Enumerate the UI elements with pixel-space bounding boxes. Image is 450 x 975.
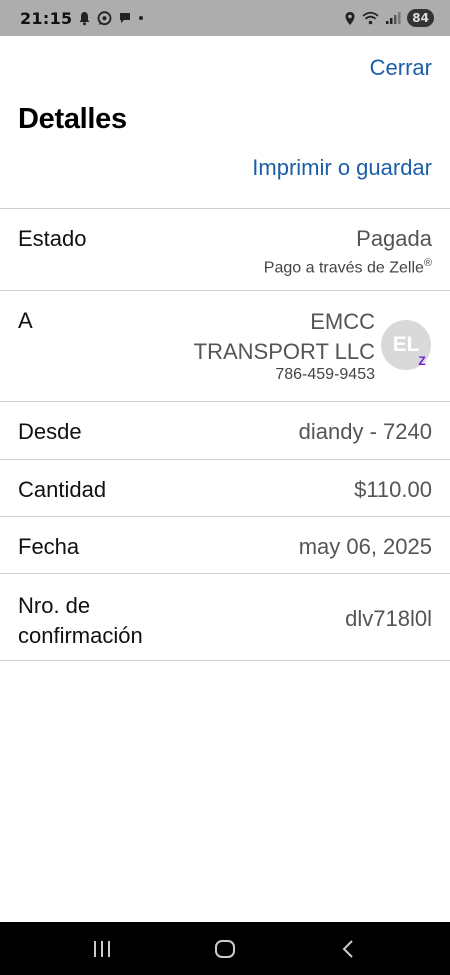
location-icon	[344, 11, 356, 26]
cantidad-value: $110.00	[354, 477, 432, 502]
chat-icon	[118, 11, 132, 25]
divider	[0, 459, 450, 460]
divider	[0, 660, 450, 661]
whatsapp-icon	[97, 10, 112, 26]
confirmacion-label-line1: Nro. de	[18, 593, 91, 618]
confirmacion-label-line2: confirmación	[18, 623, 143, 648]
fecha-label: Fecha	[18, 534, 80, 559]
desde-label: Desde	[18, 419, 82, 444]
page-title: Detalles	[18, 103, 127, 135]
divider	[0, 573, 450, 574]
confirmacion-value: dlv718l0l	[345, 606, 432, 631]
status-bar-right: 84	[344, 9, 434, 27]
cantidad-label: Cantidad	[18, 477, 107, 502]
close-button[interactable]: Cerrar	[370, 55, 432, 81]
divider	[0, 516, 450, 517]
divider	[0, 208, 450, 209]
home-icon[interactable]	[195, 929, 255, 969]
signal-icon	[385, 11, 401, 25]
navigation-bar	[0, 922, 450, 975]
status-time: 21:15	[20, 8, 73, 28]
recipient-phone: 786-459-9453	[275, 366, 375, 383]
dot-icon	[138, 15, 144, 21]
recipient-name-line1: EMCC	[310, 309, 375, 334]
bell-icon	[78, 11, 91, 26]
divider	[0, 290, 450, 291]
back-icon[interactable]	[318, 929, 378, 969]
fecha-value: may 06, 2025	[298, 534, 432, 559]
estado-value: Pagada	[356, 226, 432, 251]
registered-mark: ®	[423, 257, 432, 269]
estado-label: Estado	[18, 226, 87, 251]
recipient-name: EMCC TRANSPORT LLC	[194, 307, 375, 367]
desde-value: diandy - 7240	[298, 419, 432, 444]
zelle-badge-icon: Z	[418, 354, 426, 368]
recents-icon[interactable]	[72, 929, 132, 969]
confirmacion-label: Nro. de confirmación	[18, 591, 143, 651]
payment-method-note: Pago a través de Zelle®	[264, 257, 432, 277]
status-bar: 21:15 84	[0, 0, 450, 36]
recipient-label: A	[18, 308, 33, 333]
battery-icon: 84	[407, 9, 434, 27]
payment-method-text: Pago a través de Zelle	[263, 259, 424, 277]
recipient-name-line2: TRANSPORT LLC	[193, 339, 375, 364]
status-bar-left: 21:15	[20, 9, 144, 28]
divider	[0, 401, 450, 402]
print-or-save-button[interactable]: Imprimir o guardar	[252, 155, 432, 181]
wifi-icon	[362, 11, 379, 25]
